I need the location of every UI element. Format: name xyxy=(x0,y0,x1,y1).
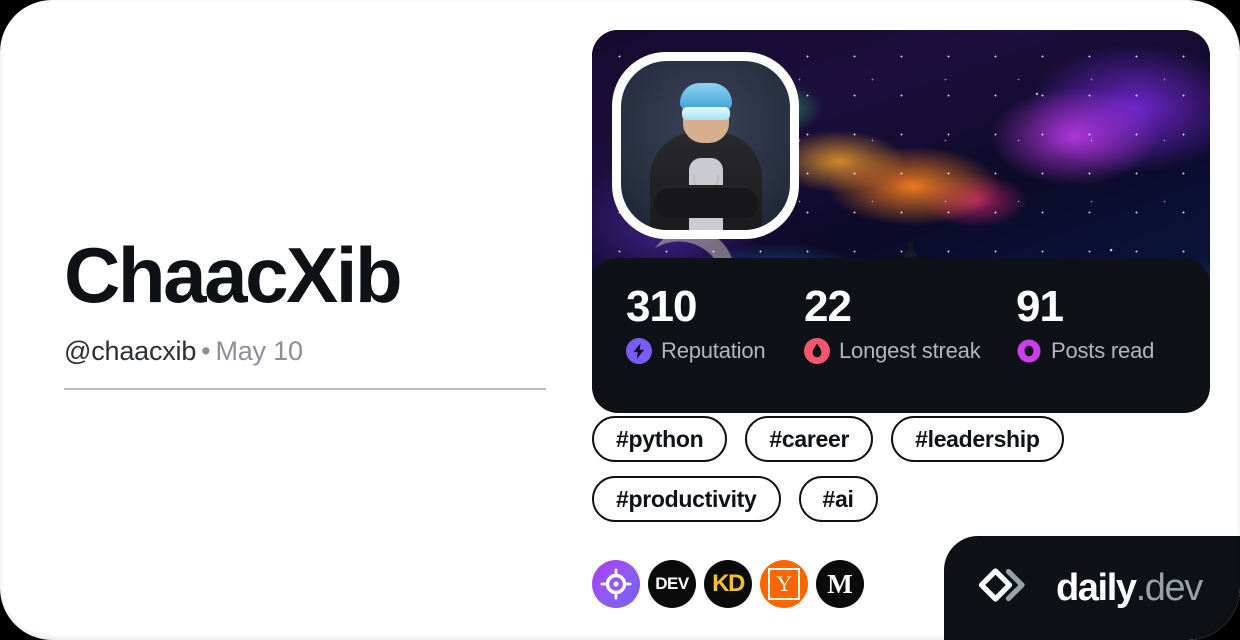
posts-read-ring-icon xyxy=(1017,339,1041,363)
hackernews-y-box: Y xyxy=(768,568,800,600)
tag-chip[interactable]: #leadership xyxy=(891,416,1064,462)
devto-source-icon: DEV xyxy=(648,560,696,608)
streak-flame-icon xyxy=(804,338,830,365)
profile-share-card: ChaacXib @chaacxib • May 10 310 Reputati… xyxy=(0,0,1240,640)
avatar-visor-glasses xyxy=(681,107,730,120)
source-list: DEV KD Y M xyxy=(592,560,864,608)
stats-bar: 310 Reputation 22 Longest streak 91 Post… xyxy=(592,258,1210,413)
devto-source-label: DEV xyxy=(655,574,689,593)
target-crosshair-icon xyxy=(600,568,632,600)
kdnuggets-source-icon: KD xyxy=(704,560,752,608)
avatar-crossed-arms xyxy=(653,188,758,218)
tag-chip[interactable]: #python xyxy=(592,416,728,462)
profile-identity: ChaacXib @chaacxib • May 10 xyxy=(64,236,564,367)
reputation-bolt-icon xyxy=(626,338,652,365)
stat-posts-read: 91 Posts read xyxy=(1016,282,1154,413)
hackernews-source-icon: Y xyxy=(760,560,808,608)
stat-longest-streak: 22 Longest streak xyxy=(804,282,1016,413)
stat-reputation-label-row: Reputation xyxy=(626,338,804,365)
section-divider xyxy=(64,388,546,390)
stat-posts-read-label-row: Posts read xyxy=(1016,338,1154,364)
brand-name: daily xyxy=(1056,567,1137,609)
daily-dev-logo-icon xyxy=(978,568,1025,602)
kdnuggets-source-label: KD xyxy=(712,570,745,597)
share-card-stage: ChaacXib @chaacxib • May 10 310 Reputati… xyxy=(0,0,1240,640)
stat-longest-streak-label-row: Longest streak xyxy=(804,338,1016,365)
page-title: ChaacXib xyxy=(64,231,403,319)
profile-handle: @chaacxib xyxy=(64,336,197,366)
meta-separator: • xyxy=(201,336,211,366)
hackernews-source-label: Y xyxy=(776,571,792,596)
tag-list: #python #career #leadership #productivit… xyxy=(592,416,1210,522)
stat-longest-streak-label: Longest streak xyxy=(839,338,981,364)
tag-chip[interactable]: #ai xyxy=(798,476,878,522)
profile-joined-date: May 10 xyxy=(215,336,303,366)
stat-longest-streak-value: 22 xyxy=(804,282,852,331)
stat-reputation: 310 Reputation xyxy=(626,282,804,413)
avatar-image xyxy=(621,61,790,230)
stat-reputation-value: 310 xyxy=(626,282,697,331)
stat-posts-read-label: Posts read xyxy=(1051,338,1155,364)
daily-dev-wordmark: daily.dev xyxy=(1056,567,1204,609)
daily-dev-brand-badge: daily.dev xyxy=(944,536,1240,640)
profile-meta: @chaacxib • May 10 xyxy=(64,336,564,367)
stat-reputation-label: Reputation xyxy=(661,338,766,364)
profile-panel: 310 Reputation 22 Longest streak 91 Post… xyxy=(592,30,1210,608)
tag-chip[interactable]: #productivity xyxy=(592,476,781,522)
stat-posts-read-value: 91 xyxy=(1016,282,1064,331)
daily-dev-source-icon xyxy=(592,560,640,608)
medium-source-label: M xyxy=(827,568,853,599)
avatar xyxy=(612,52,799,239)
medium-source-icon: M xyxy=(816,560,864,608)
brand-tld: .dev xyxy=(1135,567,1204,609)
tag-chip[interactable]: #career xyxy=(745,416,874,462)
